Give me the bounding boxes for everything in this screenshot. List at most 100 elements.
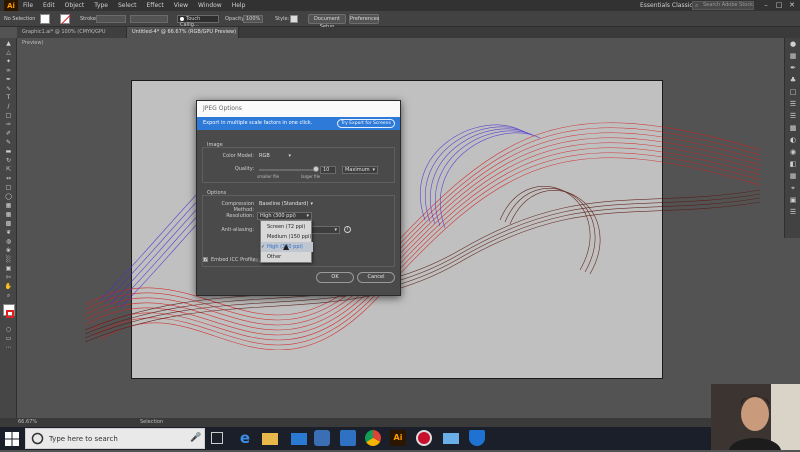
menu-window[interactable]: Window [193, 2, 227, 9]
resolution-option-screen[interactable]: Screen (72 ppi) [261, 222, 313, 232]
chrome-icon[interactable] [365, 430, 381, 446]
quality-slider-thumb[interactable] [313, 166, 319, 172]
fill-swatch[interactable] [40, 14, 50, 24]
zoom-level[interactable]: 66.67% [18, 419, 37, 425]
screen-mode-icon[interactable]: ▭ [3, 335, 14, 342]
scale-tool-icon[interactable]: ⇱ [3, 166, 14, 173]
rectangle-tool-icon[interactable]: □ [3, 112, 14, 119]
pathfinder-panel-icon[interactable]: ▦ [788, 172, 798, 181]
graphic-styles-panel-icon[interactable]: □ [788, 88, 798, 97]
menu-file[interactable]: File [18, 2, 38, 9]
column-graph-tool-icon[interactable]: ░ [3, 256, 14, 263]
shape-builder-tool-icon[interactable]: ◯ [3, 193, 14, 200]
type-tool-icon[interactable]: T [3, 94, 14, 101]
task-view-icon[interactable] [211, 432, 223, 444]
store-icon[interactable] [291, 433, 307, 445]
artboard-tool-icon[interactable]: ▣ [3, 265, 14, 272]
screen-recorder-icon[interactable] [416, 430, 432, 446]
symbols-panel-icon[interactable]: ♣ [788, 76, 798, 85]
menu-type[interactable]: Type [89, 2, 113, 9]
resolution-option-other[interactable]: Other [261, 252, 313, 262]
info-icon[interactable]: i [344, 226, 351, 233]
direct-selection-tool-icon[interactable]: △ [3, 49, 14, 56]
slice-tool-icon[interactable]: ✄ [3, 274, 14, 281]
symbol-sprayer-tool-icon[interactable]: ❀ [3, 247, 14, 254]
align-panel-icon[interactable]: ◧ [788, 160, 798, 169]
status-mode[interactable]: Selection [140, 419, 163, 425]
workspace-switcher[interactable]: Essentials Classic [640, 2, 693, 9]
close-icon[interactable]: ✕ [786, 1, 798, 10]
shaper-tool-icon[interactable]: ✐ [3, 130, 14, 137]
ok-button[interactable]: OK [316, 272, 354, 283]
pen-tool-icon[interactable]: ✒ [3, 76, 14, 83]
tab-untitled-4[interactable]: Untitled-4* @ 66.67% (RGB/GPU Preview) [127, 27, 239, 38]
preferences-button[interactable]: Preferences [349, 14, 379, 24]
appearance-panel-icon[interactable]: ◉ [788, 148, 798, 157]
quality-slider-track[interactable] [259, 169, 317, 171]
cancel-button[interactable]: Cancel [357, 272, 395, 283]
document-setup-button[interactable]: Document Setup [308, 14, 346, 30]
menu-view[interactable]: View [169, 2, 193, 9]
lasso-tool-icon[interactable]: ∞ [3, 67, 14, 74]
blend-tool-icon[interactable]: ◍ [3, 238, 14, 245]
menu-select[interactable]: Select [113, 2, 142, 9]
microphone-icon[interactable]: 🎤 [190, 433, 201, 443]
gradient-panel-icon[interactable]: ▩ [788, 124, 798, 133]
magic-wand-tool-icon[interactable]: ✦ [3, 58, 14, 65]
edit-toolbar-icon[interactable]: ⋯ [3, 344, 14, 351]
gradient-tool-icon[interactable]: ▩ [3, 220, 14, 227]
embed-icc-checkbox[interactable]: ✓ [203, 257, 208, 263]
stroke-color-icon[interactable] [6, 310, 14, 318]
shield-app-icon[interactable] [469, 430, 485, 446]
file-explorer-icon[interactable] [262, 433, 278, 445]
menu-edit[interactable]: Edit [38, 2, 60, 9]
mesh-tool-icon[interactable]: ▦ [3, 211, 14, 218]
compression-dropdown[interactable]: Baseline (Standard) ▾ [257, 200, 315, 208]
defender-icon[interactable] [314, 430, 330, 446]
free-transform-tool-icon[interactable]: □ [3, 184, 14, 191]
color-panel-icon[interactable]: ● [788, 40, 798, 49]
curvature-tool-icon[interactable]: ∿ [3, 85, 14, 92]
taskbar-search-input[interactable]: Type here to search 🎤 [25, 428, 205, 449]
windows-start-icon[interactable] [4, 431, 20, 447]
illustrator-taskbar-icon[interactable]: Ai [390, 430, 406, 446]
hand-tool-icon[interactable]: ✋ [3, 283, 14, 290]
wave-artwork[interactable] [80, 90, 760, 350]
eyedropper-tool-icon[interactable]: ❦ [3, 229, 14, 236]
security-shield-icon[interactable] [340, 430, 356, 446]
layers-panel-icon[interactable]: ☰ [788, 100, 798, 109]
line-tool-icon[interactable]: / [3, 103, 14, 110]
transform-panel-icon[interactable]: ⌖ [788, 184, 798, 193]
maximize-icon[interactable]: □ [773, 1, 785, 10]
quality-preset-dropdown[interactable]: Maximum ▾ [342, 166, 378, 174]
stroke-weight-dropdown[interactable] [96, 15, 126, 23]
libraries-panel-icon[interactable]: ▣ [788, 196, 798, 205]
edge-icon[interactable]: e [237, 430, 253, 446]
tab-graphic1[interactable]: Graphic1.ai* @ 100% (CMYK/GPU Preview) [17, 27, 127, 46]
illustrator-logo-icon[interactable]: Ai [4, 0, 18, 11]
opacity-field[interactable]: 100% [243, 15, 263, 23]
transparency-panel-icon[interactable]: ◐ [788, 136, 798, 145]
menu-help[interactable]: Help [227, 2, 251, 9]
stroke-swatch[interactable] [60, 14, 70, 24]
search-stock-input[interactable]: ⌕ Search Adobe Stock [692, 1, 754, 10]
resolution-option-medium[interactable]: Medium (150 ppi) [261, 232, 313, 242]
selection-tool-icon[interactable]: ▲ [3, 40, 14, 47]
perspective-grid-tool-icon[interactable]: ▦ [3, 202, 14, 209]
antialiasing-dropdown[interactable]: ▾ [310, 226, 340, 234]
drawing-modes-icon[interactable]: ○ [3, 326, 14, 333]
paintbrush-tool-icon[interactable]: ✑ [3, 121, 14, 128]
eraser-tool-icon[interactable]: ▬ [3, 148, 14, 155]
rotate-tool-icon[interactable]: ↻ [3, 157, 14, 164]
quality-value-field[interactable]: 10 [320, 166, 336, 174]
resolution-dropdown[interactable]: High (300 ppi) ▾ [257, 212, 312, 220]
brushes-panel-icon[interactable]: ✒ [788, 64, 798, 73]
mail-icon[interactable] [443, 433, 459, 444]
style-swatch[interactable] [290, 15, 298, 23]
try-export-for-screens-button[interactable]: Try Export for Screens [337, 119, 395, 128]
menu-object[interactable]: Object [60, 2, 90, 9]
zoom-tool-icon[interactable]: ⌕ [3, 292, 14, 299]
brush-dropdown[interactable]: Touch Callig... [177, 15, 219, 28]
properties-panel-icon[interactable]: ☰ [788, 208, 798, 217]
menu-effect[interactable]: Effect [142, 2, 169, 9]
